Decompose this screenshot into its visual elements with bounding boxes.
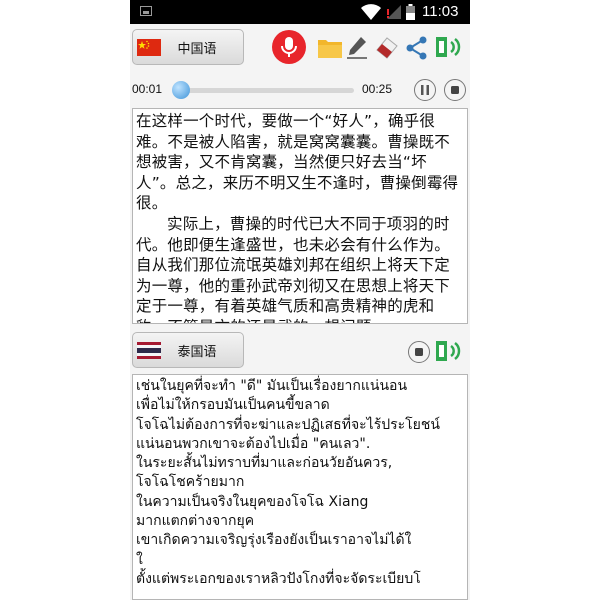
target-line: เขาเกิดความเจริญรุ่งเรืองยังเป็นเราอาจไม… [136, 532, 412, 549]
stop-button[interactable] [444, 79, 466, 101]
status-bar: 11:03 [130, 0, 470, 24]
screenshot-notification-icon [140, 6, 152, 16]
total-time: 00:25 [362, 82, 393, 96]
china-flag-icon [137, 38, 161, 56]
thailand-flag-icon [137, 341, 161, 359]
battery-icon [406, 4, 415, 20]
stop-icon [451, 86, 459, 94]
audio-progress-track[interactable] [172, 81, 354, 99]
target-line: ในความเป็นจริงในยุคของโจโฉ Xiang [136, 493, 369, 510]
target-line: ตั้งแต่พระเอกของเราหลิวปังโกงที่จะจัดระเ… [136, 570, 421, 587]
target-speaker-icon[interactable] [435, 339, 465, 363]
target-line: โจโฉไม่ต้องการที่จะฆ่าและปฏิเสธที่จะไร้ป… [136, 416, 440, 452]
signal-icon [387, 5, 401, 19]
eraser-icon[interactable] [373, 34, 399, 60]
elapsed-time: 00:01 [132, 82, 163, 96]
wifi-icon [361, 4, 381, 20]
phone-screen: 11:03 中国语 00:01 00:25 在这样一个时代，要做一个“好人”，确… [130, 0, 470, 600]
target-line: เช่นในยุคที่จะทำ "ดี" มันเป็นเรื่องยากแน… [136, 378, 408, 394]
speaker-icon[interactable] [435, 35, 465, 59]
source-text-area[interactable]: 在这样一个时代，要做一个“好人”，确乎很难。不是被人陷害，就是窝窝囊囊。曹操既不… [132, 108, 468, 324]
target-line: ในระยะสั้นไม่ทราบที่มาและก่อนวัยอันควร, [136, 455, 393, 472]
source-language-label: 中国语 [177, 41, 217, 57]
share-icon[interactable] [406, 36, 428, 60]
target-line: มากแตกต่างจากยุค [136, 513, 255, 530]
pause-icon [421, 85, 429, 95]
target-line: ใ [136, 551, 143, 568]
pencil-icon[interactable] [346, 35, 368, 59]
microphone-icon[interactable] [272, 30, 306, 64]
target-language-button[interactable]: 泰国语 [132, 332, 244, 368]
folder-icon[interactable] [317, 37, 343, 59]
status-time: 11:03 [422, 3, 459, 20]
source-paragraph-2: 实际上，曹操的时代已大不同于项羽的时代。他即便生逢盛世，也未必会有什么作为。自从… [136, 214, 451, 323]
source-language-button[interactable]: 中国语 [132, 29, 244, 65]
target-text-area[interactable]: เช่นในยุคที่จะทำ "ดี" มันเป็นเรื่องยากแน… [132, 374, 468, 600]
target-line: เพื่อไม่ให้กรอบมันเป็นคนขี้ขลาด [136, 397, 330, 414]
target-stop-button[interactable] [408, 341, 430, 363]
audio-progress-handle[interactable] [172, 81, 191, 99]
source-paragraph-1: 在这样一个时代，要做一个“好人”，确乎很难。不是被人陷害，就是窝窝囊囊。曹操既不… [136, 112, 459, 213]
pause-button[interactable] [414, 79, 436, 101]
target-language-label: 泰国语 [177, 344, 217, 360]
target-line: โจโฉโชคร้ายมาก [136, 474, 245, 491]
stop-icon [415, 348, 423, 356]
